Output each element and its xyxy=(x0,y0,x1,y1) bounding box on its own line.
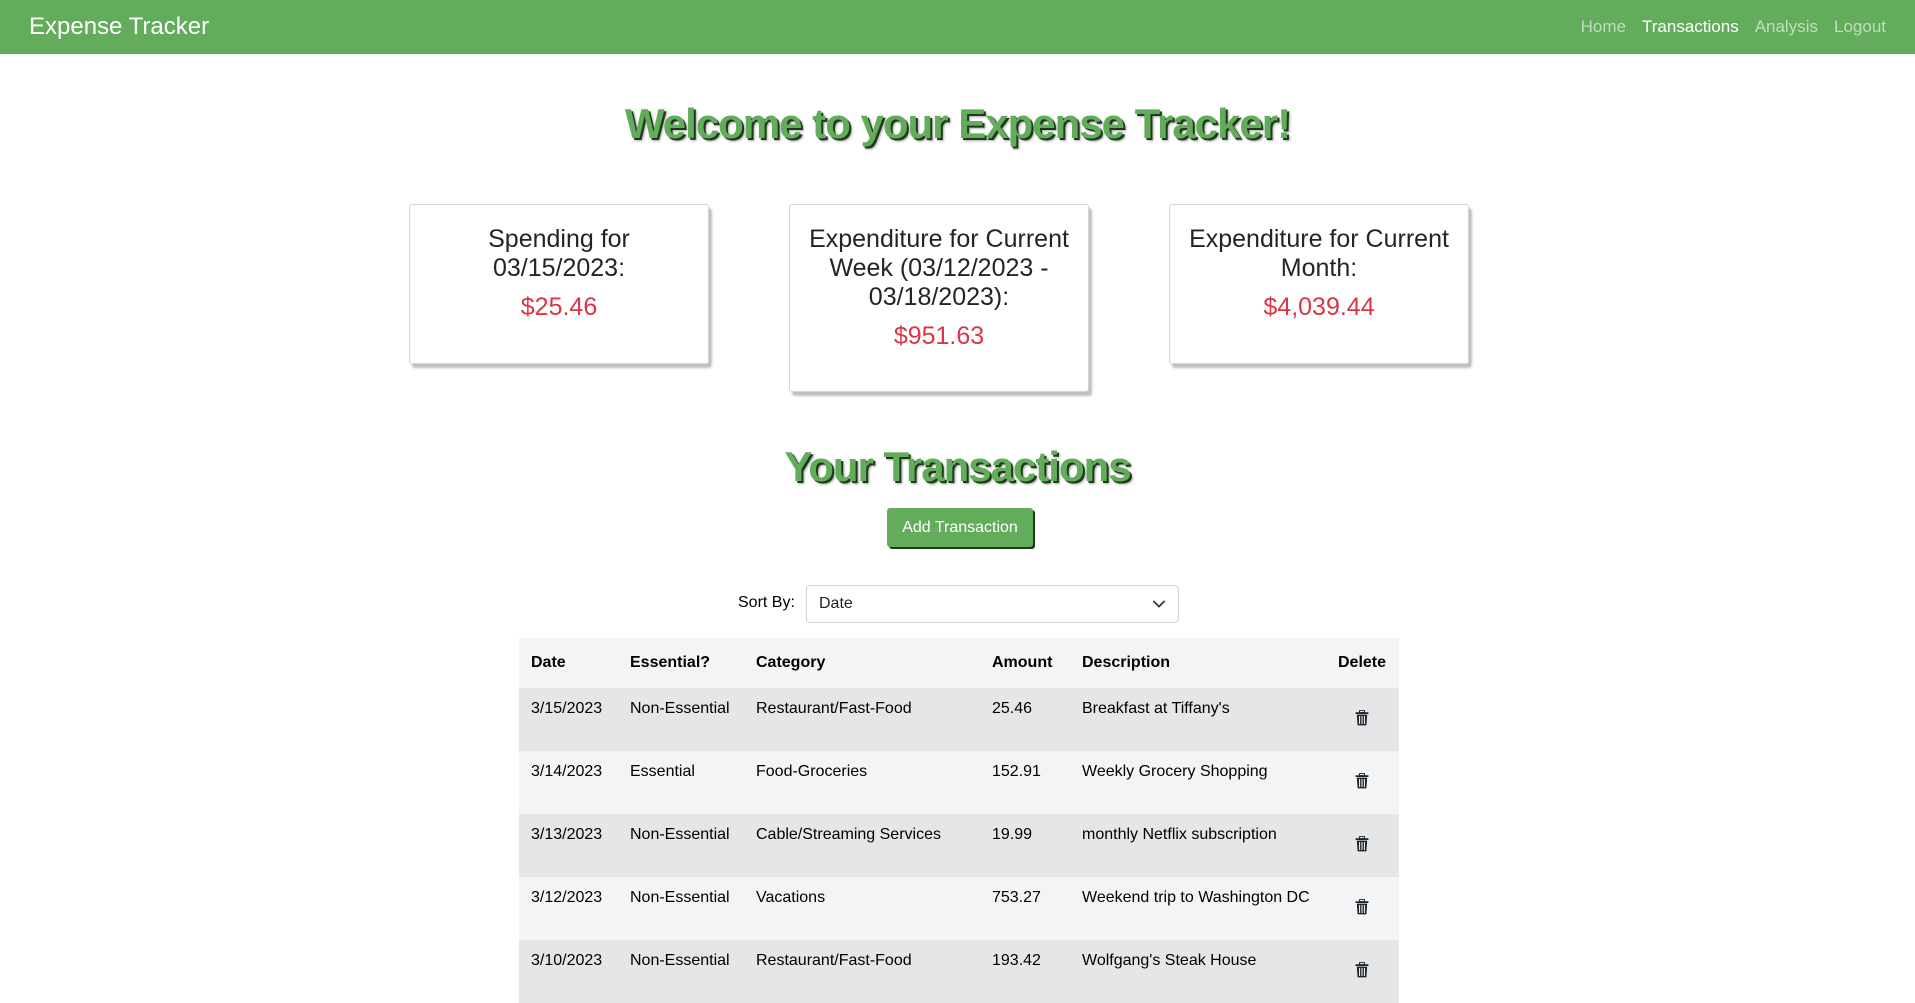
card-value: $25.46 xyxy=(520,293,598,321)
cell-category: Restaurant/Fast-Food xyxy=(744,688,980,751)
header-amount: Amount xyxy=(980,638,1070,688)
card-title: Expenditure for Current Month: xyxy=(1189,225,1449,282)
cell-amount: 19.99 xyxy=(980,814,1070,877)
nav-logout[interactable]: Logout xyxy=(1834,17,1886,37)
table-row: 3/10/2023 Non-Essential Restaurant/Fast-Fo… xyxy=(519,940,1399,1003)
cell-essential: Essential xyxy=(618,751,744,814)
sort-select-value: Date xyxy=(819,595,853,612)
cell-date: 3/13/2023 xyxy=(519,814,618,877)
cell-delete xyxy=(1325,814,1399,877)
header-essential: Essential? xyxy=(618,638,744,688)
cell-description: Breakfast at Tiffany's xyxy=(1070,688,1325,751)
cell-description: Wolfgang's Steak House xyxy=(1070,940,1325,1003)
cell-date: 3/12/2023 xyxy=(519,877,618,940)
table-row: 3/14/2023 Essential Food-Groceries 152.91 We… xyxy=(519,751,1399,814)
cell-essential: Non-Essential xyxy=(618,877,744,940)
nav-transactions[interactable]: Transactions xyxy=(1642,17,1739,37)
trash-icon[interactable] xyxy=(1355,962,1369,978)
cell-delete xyxy=(1325,751,1399,814)
nav-links: Home Transactions Analysis Logout xyxy=(1581,17,1886,37)
cell-category: Restaurant/Fast-Food xyxy=(744,940,980,1003)
nav-home[interactable]: Home xyxy=(1581,17,1626,37)
card-value: $951.63 xyxy=(893,322,985,350)
cell-amount: 25.46 xyxy=(980,688,1070,751)
card-value: $4,039.44 xyxy=(1263,293,1375,321)
card-title: Expenditure for Current Week (03/12/2023… xyxy=(809,225,1069,311)
header-delete: Delete xyxy=(1325,638,1399,688)
cell-amount: 753.27 xyxy=(980,877,1070,940)
monthly-expenditure-card: Expenditure for Current Month: $4,039.44 xyxy=(1169,204,1469,364)
add-transaction-button[interactable]: Add Transaction xyxy=(887,508,1033,547)
cell-category: Food-Groceries xyxy=(744,751,980,814)
sort-label: Sort By: xyxy=(738,594,795,611)
brand-link[interactable]: Expense Tracker xyxy=(29,13,209,41)
weekly-expenditure-card: Expenditure for Current Week (03/12/2023… xyxy=(789,204,1089,392)
top-navbar: Expense Tracker Home Transactions Analys… xyxy=(0,0,1915,54)
cell-delete xyxy=(1325,688,1399,751)
table-row: 3/12/2023 Non-Essential Vacations 753.27 Wee… xyxy=(519,877,1399,940)
cell-description: Weekly Grocery Shopping xyxy=(1070,751,1325,814)
cell-amount: 152.91 xyxy=(980,751,1070,814)
cell-category: Vacations xyxy=(744,877,980,940)
header-date: Date xyxy=(519,638,618,688)
chevron-down-icon xyxy=(1152,600,1166,608)
table-row: 3/15/2023 Non-Essential Restaurant/Fast-Fo… xyxy=(519,688,1399,751)
transactions-heading: Your Transactions xyxy=(784,443,1131,490)
nav-analysis[interactable]: Analysis xyxy=(1755,17,1818,37)
cell-essential: Non-Essential xyxy=(618,688,744,751)
trash-icon[interactable] xyxy=(1355,899,1369,915)
cell-date: 3/15/2023 xyxy=(519,688,618,751)
cell-date: 3/14/2023 xyxy=(519,751,618,814)
cell-category: Cable/Streaming Services xyxy=(744,814,980,877)
cell-description: monthly Netflix subscription xyxy=(1070,814,1325,877)
table-header-row: Date Essential? Category Amount Descript… xyxy=(519,638,1399,688)
trash-icon[interactable] xyxy=(1355,710,1369,726)
cell-essential: Non-Essential xyxy=(618,814,744,877)
sort-select[interactable]: Date xyxy=(806,585,1179,623)
cell-essential: Non-Essential xyxy=(618,940,744,1003)
trash-icon[interactable] xyxy=(1355,836,1369,852)
cell-amount: 193.42 xyxy=(980,940,1070,1003)
header-description: Description xyxy=(1070,638,1325,688)
trash-icon[interactable] xyxy=(1355,773,1369,789)
cell-delete xyxy=(1325,877,1399,940)
table-row: 3/13/2023 Non-Essential Cable/Streaming Se… xyxy=(519,814,1399,877)
header-category: Category xyxy=(744,638,980,688)
cell-description: Weekend trip to Washington DC xyxy=(1070,877,1325,940)
daily-spending-card: Spending for 03/15/2023: $25.46 xyxy=(409,204,709,364)
cell-delete xyxy=(1325,940,1399,1003)
card-title: Spending for 03/15/2023: xyxy=(488,225,630,282)
cell-date: 3/10/2023 xyxy=(519,940,618,1003)
transactions-table: Date Essential? Category Amount Descript… xyxy=(519,638,1399,1003)
welcome-heading: Welcome to your Expense Tracker! xyxy=(624,100,1291,147)
